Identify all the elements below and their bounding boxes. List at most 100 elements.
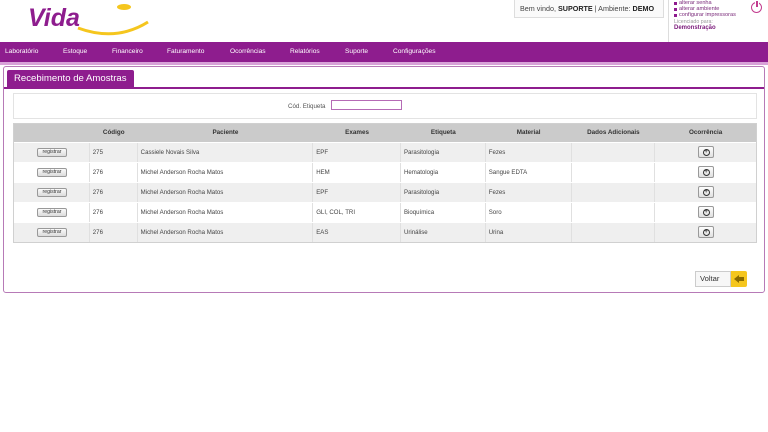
cell-patient: Michel Anderson Rocha Matos xyxy=(138,223,314,242)
cell-additional-data xyxy=(572,163,656,182)
plus-circle-icon: + xyxy=(702,229,710,236)
page-title: Recebimento de Amostras xyxy=(7,70,134,87)
col-header-patient: Paciente xyxy=(212,129,239,136)
cell-exams: HEM xyxy=(313,163,401,182)
nav-item-estoque[interactable]: Estoque xyxy=(63,42,87,62)
cell-occurrence: + xyxy=(655,143,756,162)
nav-item-configuracoes[interactable]: Configurações xyxy=(393,42,436,62)
cell-material: Fezes xyxy=(486,183,572,202)
cell-material: Sangue EDTA xyxy=(486,163,572,182)
configure-printers-link[interactable]: configurar impressoras xyxy=(674,12,768,18)
cell-material: Fezes xyxy=(486,143,572,162)
receiving-panel: Recebimento de Amostras Cód. Etiqueta Có… xyxy=(3,66,765,293)
nav-item-ocorrencias[interactable]: Ocorrências xyxy=(230,42,266,62)
env-prefix: | Ambiente: xyxy=(594,4,631,13)
cell-exams: EAS xyxy=(313,223,401,242)
cell-exams: GLI, COL, TRI xyxy=(313,203,401,222)
register-button[interactable]: registrar xyxy=(37,208,67,217)
register-button[interactable]: registrar xyxy=(37,228,67,237)
col-header-exams: Exames xyxy=(345,129,369,136)
col-header-material: Material xyxy=(516,129,541,136)
table-body: registrar 275 Cassiele Novais Silva EPF Para… xyxy=(14,142,756,242)
table-row: registrar 276 Michel Anderson Rocha Matos G… xyxy=(14,202,756,222)
samples-table: Código Paciente Exames Etiqueta Material… xyxy=(13,123,757,243)
cell-action: registrar xyxy=(14,203,90,222)
app-header: Vida Bem vindo, SUPORTE | Ambiente: DEMO… xyxy=(0,0,768,42)
main-nav: Laboratório Estoque Financeiro Faturamen… xyxy=(0,42,768,62)
plus-circle-icon: + xyxy=(702,169,710,176)
nav-item-financeiro[interactable]: Financeiro xyxy=(112,42,143,62)
col-header-label: Etiqueta xyxy=(430,129,456,136)
cell-additional-data xyxy=(572,203,656,222)
cell-occurrence: + xyxy=(655,223,756,242)
cell-code: 276 xyxy=(90,163,138,182)
sub-nav-bar xyxy=(0,62,768,65)
register-button[interactable]: registrar xyxy=(37,168,67,177)
table-row: registrar 275 Cassiele Novais Silva EPF Para… xyxy=(14,142,756,162)
cell-patient: Michel Anderson Rocha Matos xyxy=(138,163,314,182)
cell-material: Soro xyxy=(486,203,572,222)
label-code-field-label: Cód. Etiqueta xyxy=(288,103,326,110)
register-button[interactable]: registrar xyxy=(37,148,67,157)
col-header-code: Código xyxy=(102,129,125,136)
env-name: DEMO xyxy=(632,4,655,13)
table-row: registrar 276 Michel Anderson Rocha Matos E… xyxy=(14,182,756,202)
cell-patient: Michel Anderson Rocha Matos xyxy=(138,203,314,222)
search-box: Cód. Etiqueta xyxy=(13,93,757,119)
cell-additional-data xyxy=(572,183,656,202)
cell-action: registrar xyxy=(14,143,90,162)
add-occurrence-button[interactable]: + xyxy=(697,206,714,218)
cell-occurrence: + xyxy=(655,183,756,202)
back-button-label[interactable]: Voltar xyxy=(695,271,731,287)
panel-body: Cód. Etiqueta Código Paciente Exames Eti… xyxy=(4,87,764,292)
register-button[interactable]: registrar xyxy=(37,188,67,197)
cell-additional-data xyxy=(572,143,656,162)
cell-occurrence: + xyxy=(655,203,756,222)
cell-code: 275 xyxy=(90,143,138,162)
cell-exams: EPF xyxy=(313,143,401,162)
nav-item-relatorios[interactable]: Relatórios xyxy=(290,42,320,62)
user-links-panel: alterar senha alterar ambiente configura… xyxy=(668,0,768,42)
table-header: Código Paciente Exames Etiqueta Material… xyxy=(14,124,756,142)
col-header-action xyxy=(14,124,90,142)
cell-label: Hematologia xyxy=(401,163,486,182)
welcome-banner: Bem vindo, SUPORTE | Ambiente: DEMO xyxy=(514,0,664,18)
power-icon[interactable] xyxy=(751,0,762,13)
nav-item-laboratorio[interactable]: Laboratório xyxy=(5,42,38,62)
cell-code: 276 xyxy=(90,183,138,202)
label-code-input[interactable] xyxy=(331,100,402,110)
welcome-prefix: Bem vindo, xyxy=(520,4,556,13)
user-name: SUPORTE xyxy=(557,4,593,13)
cell-label: Urinálise xyxy=(401,223,486,242)
plus-circle-icon: + xyxy=(702,149,710,156)
svg-text:Vida: Vida xyxy=(28,4,80,32)
add-occurrence-button[interactable]: + xyxy=(697,186,714,198)
add-occurrence-button[interactable]: + xyxy=(697,146,714,158)
cell-additional-data xyxy=(572,223,656,242)
vida-logo[interactable]: Vida xyxy=(26,2,154,40)
back-arrow-icon[interactable] xyxy=(731,271,747,287)
plus-circle-icon: + xyxy=(702,189,710,196)
cell-patient: Cassiele Novais Silva xyxy=(138,143,314,162)
cell-patient: Michel Anderson Rocha Matos xyxy=(138,183,314,202)
plus-circle-icon: + xyxy=(702,209,710,216)
add-occurrence-button[interactable]: + xyxy=(697,226,714,238)
cell-code: 276 xyxy=(90,223,138,242)
table-row: registrar 276 Michel Anderson Rocha Matos E… xyxy=(14,222,756,242)
cell-label: Parasitologia xyxy=(401,183,486,202)
table-row: registrar 276 Michel Anderson Rocha Matos H… xyxy=(14,162,756,182)
back-button[interactable]: Voltar xyxy=(695,271,747,287)
cell-exams: EPF xyxy=(313,183,401,202)
cell-action: registrar xyxy=(14,223,90,242)
cell-action: registrar xyxy=(14,163,90,182)
cell-label: Bioquímica xyxy=(401,203,486,222)
col-header-occurrence: Ocorrência xyxy=(689,129,723,136)
cell-occurrence: + xyxy=(655,163,756,182)
nav-item-suporte[interactable]: Suporte xyxy=(345,42,368,62)
add-occurrence-button[interactable]: + xyxy=(697,166,714,178)
cell-label: Parasitologia xyxy=(401,143,486,162)
col-header-additional-data: Dados Adicionais xyxy=(587,129,640,136)
nav-item-faturamento[interactable]: Faturamento xyxy=(167,42,204,62)
cell-action: registrar xyxy=(14,183,90,202)
licensed-to: Demonstração xyxy=(674,25,716,31)
